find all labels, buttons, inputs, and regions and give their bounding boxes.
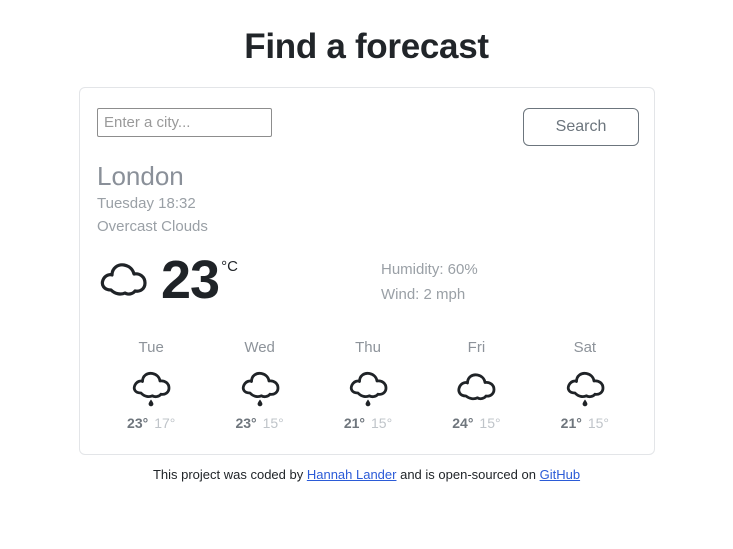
- footer-text-before: This project was coded by: [152, 467, 307, 482]
- forecast-day-label: Tue: [138, 339, 164, 356]
- cloud-rain-icon: [346, 366, 390, 408]
- forecast-day-temps: 21° 15°: [531, 414, 639, 432]
- author-link[interactable]: Hannah Lander: [307, 467, 397, 482]
- city-name: London: [97, 161, 184, 191]
- current-temperature-group: 23 °C: [97, 253, 238, 307]
- current-weather-main: 23 °C Humidity: 60% Wind: 2 mph: [97, 253, 639, 323]
- cloud-rain-icon: [129, 366, 173, 408]
- forecast-temp-max: 24°: [452, 415, 474, 431]
- forecast-day-temps: 21° 15°: [314, 414, 422, 432]
- cloud-rain-icon: [563, 366, 607, 408]
- github-link[interactable]: GitHub: [540, 467, 580, 482]
- wind-value: Wind: 2 mph: [381, 286, 466, 303]
- page-title: Find a forecast: [244, 27, 489, 66]
- forecast-day-label: Sat: [573, 339, 597, 356]
- forecast-day-temps: 24° 15°: [422, 414, 530, 432]
- cloud-rain-icon: [238, 366, 282, 408]
- forecast-temp-max: 21°: [560, 415, 582, 431]
- temperature-unit: °C: [221, 258, 238, 275]
- forecast-temp-max: 23°: [127, 415, 149, 431]
- forecast-day: Thu 21° 15°: [314, 338, 422, 432]
- current-datetime: Tuesday 18:32: [97, 195, 196, 212]
- forecast-day: Tue 23° 17°: [97, 338, 205, 432]
- current-temperature-value: 23: [161, 250, 220, 310]
- forecast-day: Fri 24° 15°: [422, 338, 530, 432]
- forecast-day: Wed 23° 15°: [205, 338, 313, 432]
- forecast-temp-min: 15°: [371, 415, 393, 431]
- footer: This project was coded by Hannah Lander …: [0, 466, 733, 484]
- humidity-value: Humidity: 60%: [381, 261, 478, 278]
- forecast-day-label: Fri: [467, 339, 486, 356]
- forecast-row: Tue 23° 17° Wed 23° 15° Thu 21° 15° Fri …: [97, 338, 639, 432]
- cloud-icon: [454, 366, 498, 408]
- forecast-day-label: Thu: [355, 339, 381, 356]
- forecast-temp-min: 15°: [587, 415, 609, 431]
- forecast-temp-max: 23°: [235, 415, 257, 431]
- forecast-temp-max: 21°: [343, 415, 366, 431]
- forecast-temp-min: 15°: [262, 415, 284, 431]
- cloud-icon: [97, 256, 153, 304]
- weather-card: Search London Tuesday 18:32 Overcast Clo…: [79, 87, 655, 455]
- current-description: Overcast Clouds: [97, 218, 208, 235]
- search-input[interactable]: [97, 108, 272, 137]
- current-conditions: Humidity: 60% Wind: 2 mph: [381, 257, 478, 307]
- search-button[interactable]: Search: [523, 108, 639, 146]
- weather-app-page: Find a forecast Search London Tuesday 18…: [0, 0, 733, 549]
- forecast-day-label: Wed: [244, 339, 275, 356]
- forecast-day: Sat 21° 15°: [531, 338, 639, 432]
- forecast-temp-min: 15°: [479, 415, 501, 431]
- search-row: Search: [80, 88, 656, 148]
- current-weather-info: London Tuesday 18:32 Overcast Clouds: [97, 161, 639, 237]
- forecast-day-temps: 23° 17°: [97, 414, 205, 432]
- footer-text-middle: and is open-sourced on: [396, 467, 540, 482]
- forecast-day-temps: 23° 15°: [205, 414, 313, 432]
- forecast-temp-min: 17°: [154, 415, 176, 431]
